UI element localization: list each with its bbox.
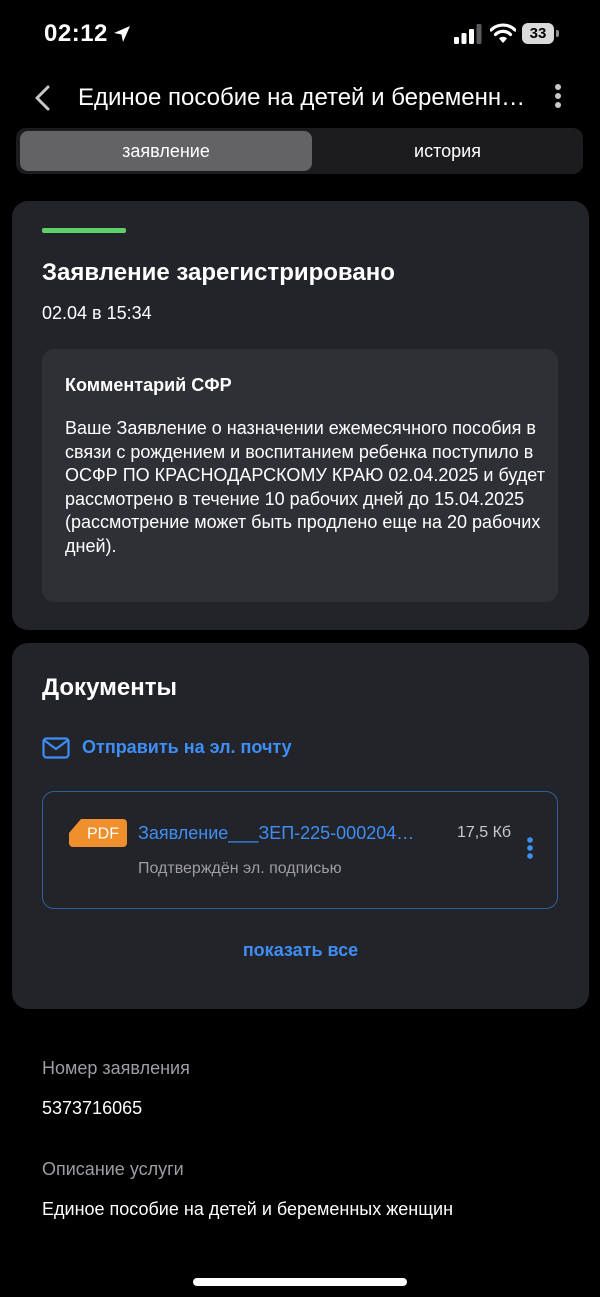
documents-title: Документы bbox=[42, 674, 177, 701]
location-arrow-icon bbox=[114, 26, 130, 42]
tab-history[interactable]: история bbox=[316, 131, 579, 171]
comment-title: Комментарий СФР bbox=[65, 375, 232, 395]
cellular-signal-icon bbox=[454, 24, 482, 44]
status-progress-bar bbox=[42, 228, 126, 233]
status-card: Заявление зарегистрировано 02.04 в 15:34… bbox=[12, 201, 589, 630]
wifi-icon bbox=[490, 23, 516, 43]
comment-text: Ваше Заявление о назначении ежемесячного… bbox=[65, 418, 545, 556]
tab-application[interactable]: заявление bbox=[20, 131, 312, 171]
documents-card: Документы Отправить на эл. почту PDF Зая… bbox=[12, 643, 589, 1009]
home-indicator bbox=[193, 1278, 407, 1286]
pdf-file-icon: PDF bbox=[69, 819, 127, 847]
document-more-icon[interactable] bbox=[521, 836, 539, 864]
battery-level: 33 bbox=[522, 23, 554, 44]
document-size: 17,5 Кб bbox=[457, 824, 512, 841]
back-chevron-icon[interactable] bbox=[26, 80, 62, 116]
battery-tip bbox=[556, 30, 559, 37]
status-bar: 02:12 33 bbox=[0, 0, 600, 70]
status-time: 02:12 bbox=[44, 20, 108, 47]
show-all-button[interactable]: показать все bbox=[12, 940, 589, 961]
page-title: Единое пособие на детей и беременных жен… bbox=[78, 84, 526, 111]
document-item[interactable]: PDF Заявление___ЗЕП-225-000204… 17,5 Кб … bbox=[42, 791, 558, 909]
status-title: Заявление зарегистрировано bbox=[42, 259, 395, 286]
service-description-value: Единое пособие на детей и беременных жен… bbox=[42, 1199, 454, 1219]
pdf-badge-label: PDF bbox=[87, 826, 119, 843]
comment-box: Комментарий СФР Ваше Заявление о назначе… bbox=[42, 349, 558, 602]
service-description-label: Описание услуги bbox=[42, 1159, 184, 1179]
more-vertical-icon[interactable] bbox=[544, 82, 572, 114]
document-signature-status: Подтверждён эл. подписью bbox=[138, 860, 342, 877]
application-number-value: 5373716065 bbox=[42, 1098, 143, 1118]
nav-header: Единое пособие на детей и беременных жен… bbox=[0, 70, 600, 126]
battery-indicator: 33 bbox=[522, 23, 560, 44]
mail-icon bbox=[42, 737, 70, 759]
send-email-label: Отправить на эл. почту bbox=[82, 737, 292, 757]
status-date: 02.04 в 15:34 bbox=[42, 303, 152, 323]
segmented-tabs: заявление история bbox=[16, 128, 583, 174]
application-number-label: Номер заявления bbox=[42, 1058, 190, 1078]
document-name[interactable]: Заявление___ЗЕП-225-000204… bbox=[138, 823, 446, 844]
